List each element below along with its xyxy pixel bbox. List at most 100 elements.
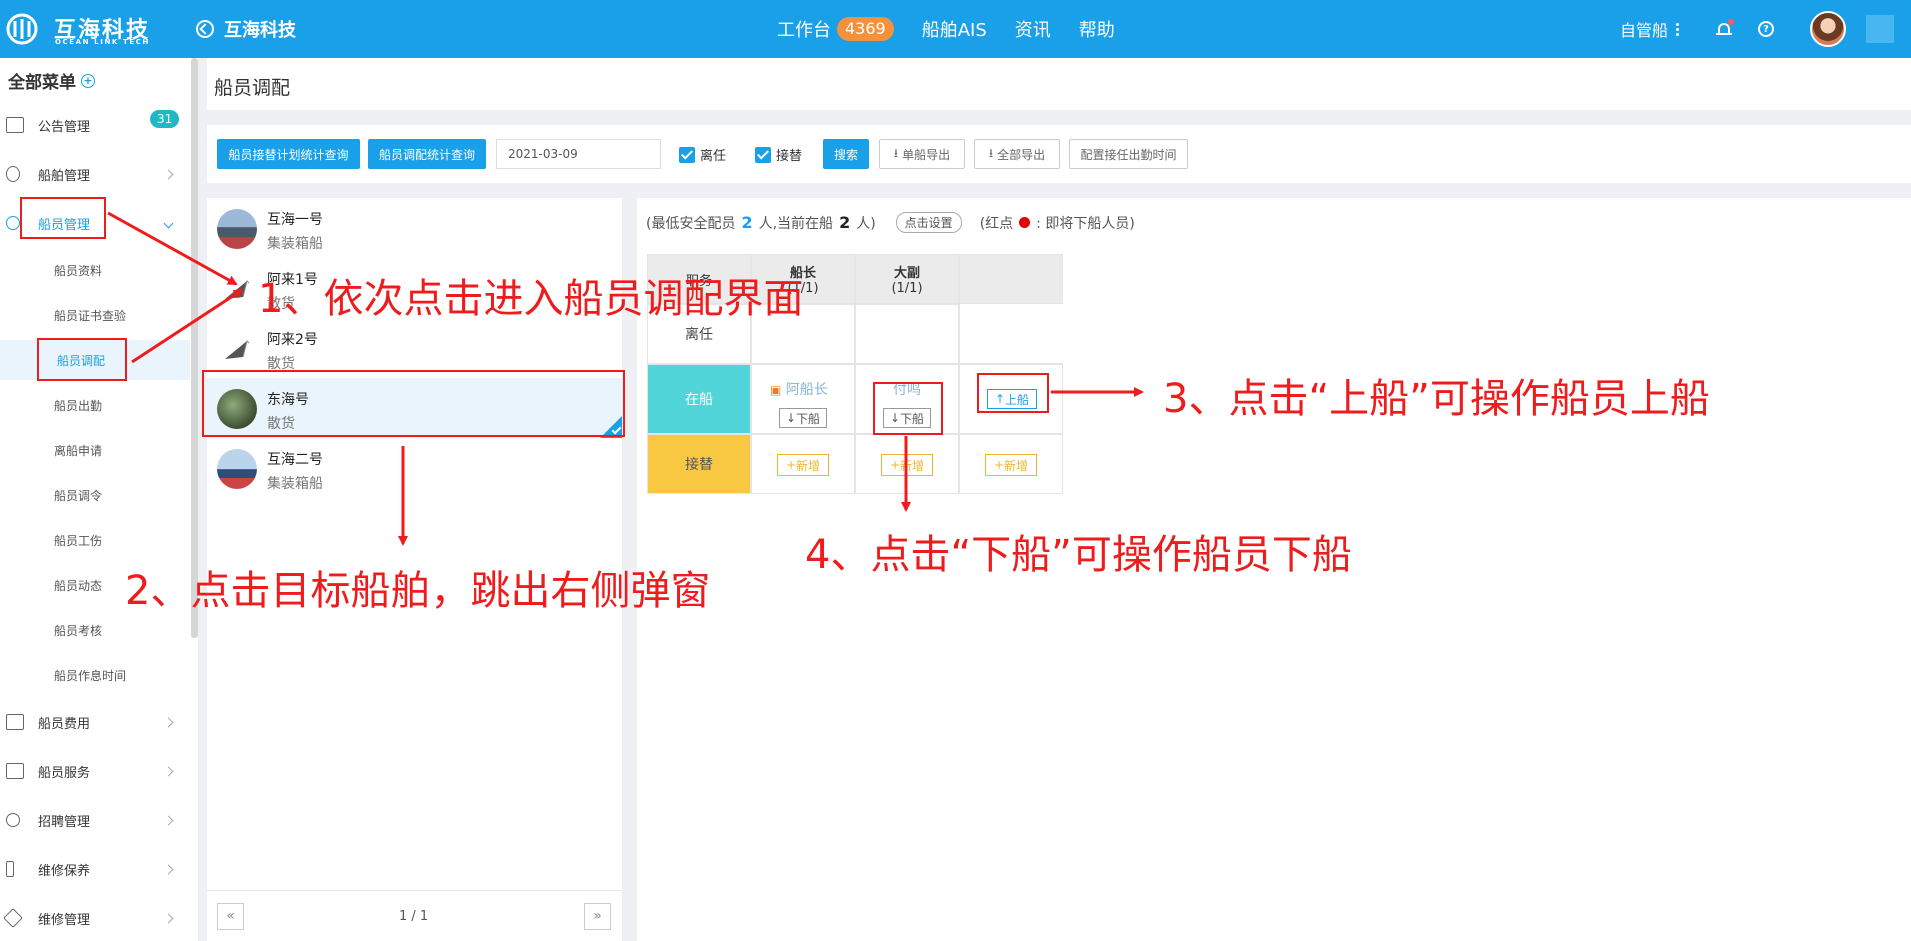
sidebar-subitem-label: 船员考核: [54, 623, 103, 638]
workbench-badge: 4369: [837, 17, 894, 41]
date-input[interactable]: 2021-03-09: [496, 139, 661, 169]
grid-header-chief-mate: 大副 (1/1): [855, 254, 959, 304]
company-back-link[interactable]: 互海科技: [196, 16, 296, 42]
certificate-icon: ▣: [770, 383, 782, 397]
allocation-stats-button[interactable]: 船员调配统计查询: [368, 139, 486, 169]
plus-circle-icon[interactable]: +: [81, 73, 95, 88]
export-all-button[interactable]: ⭳ 全部导出: [974, 139, 1060, 169]
search-button[interactable]: 搜索: [823, 139, 869, 169]
sidebar-subitem-label: 船员动态: [54, 578, 103, 593]
grid-cell: + 新增: [959, 434, 1063, 494]
sidebar-scrollbar[interactable]: [191, 58, 198, 638]
back-arrow-icon: [196, 20, 214, 38]
annotation-step2: 2、点击目标船舶，跳出右侧弹窗: [125, 568, 711, 614]
sidebar-subitem-rest-time[interactable]: 船员作息时间: [0, 655, 190, 695]
logo-subtitle: OCEAN LINK TECH: [55, 38, 150, 46]
nav-help[interactable]: 帮助: [1079, 16, 1115, 42]
sidebar-item-ship[interactable]: 船舶管理: [0, 154, 190, 194]
sidebar-subitem-label: 船员出勤: [54, 398, 103, 413]
sidebar-subitem-assessment[interactable]: 船员考核: [0, 610, 190, 650]
help-icon[interactable]: ?: [1758, 21, 1774, 37]
add-replacement-button[interactable]: + 新增: [881, 454, 933, 476]
sidebar-item-repair[interactable]: 维修管理: [0, 898, 190, 938]
ship-type: 集装箱船: [267, 236, 323, 252]
crew-member-captain[interactable]: ▣ 阿船长: [770, 379, 828, 399]
sidebar-item-crew-service[interactable]: 船员服务: [0, 751, 190, 791]
chevron-right-icon: [163, 169, 174, 179]
nav-workbench[interactable]: 工作台 4369: [777, 16, 894, 42]
sidebar-subitem-cert-check[interactable]: 船员证书查验: [0, 295, 190, 335]
sidebar-subitem-attendance[interactable]: 船员出勤: [0, 385, 190, 425]
filter-toolbar: 船员接替计划统计查询 船员调配统计查询 2021-03-09 离任 接替 搜索 …: [207, 125, 1911, 183]
leave-checkbox[interactable]: 离任: [679, 145, 726, 164]
prev-page-button[interactable]: «: [217, 903, 244, 930]
sidebar-subitem-transfer-order[interactable]: 船员调令: [0, 475, 190, 515]
add-replacement-button[interactable]: + 新增: [777, 454, 829, 476]
row-onboard-label: 在船: [685, 392, 713, 408]
current-crew-count: 2: [839, 213, 851, 232]
sidebar-subitem-leave-request[interactable]: 离船申请: [0, 430, 190, 470]
page-indicator: 1 / 1: [399, 909, 429, 924]
bell-icon[interactable]: [1716, 19, 1734, 37]
more-vertical-icon: [1676, 22, 1680, 36]
export-all-label: 全部导出: [997, 147, 1046, 162]
grid-header-empty: [959, 254, 1063, 304]
logo[interactable]: 互海科技 OCEAN LINK TECH: [6, 9, 156, 49]
ship-mode-label: 自管船: [1619, 21, 1668, 40]
grid-cell: + 新增: [855, 434, 959, 494]
app-switch-button[interactable]: [1866, 15, 1894, 43]
ship-list-item[interactable]: 互海一号 集装箱船: [207, 198, 622, 258]
ship-list-item[interactable]: 阿来2号 散货: [207, 318, 622, 378]
sidebar-item-label: 船员费用: [38, 716, 91, 732]
sidebar-item-label: 招聘管理: [38, 814, 91, 830]
sidebar-item-crew-fees[interactable]: 船员费用: [0, 702, 190, 742]
arrow-down-icon: ↓: [785, 411, 797, 425]
nav-workbench-label: 工作台: [777, 20, 831, 41]
sidebar-item-recruitment[interactable]: 招聘管理: [0, 800, 190, 840]
top-bar: 互海科技 OCEAN LINK TECH 互海科技 工作台 4369 船舶AIS…: [0, 0, 1911, 58]
menu-title-label: 全部菜单: [8, 73, 76, 93]
export-single-label: 单船导出: [902, 147, 951, 162]
sidebar-subitem-label: 船员调令: [54, 488, 103, 503]
plus-icon: +: [785, 458, 797, 472]
add-label: 新增: [796, 458, 821, 473]
page-title: 船员调配: [214, 77, 291, 99]
row-replace-label: 接替: [685, 457, 713, 473]
export-single-button[interactable]: ⭳ 单船导出: [879, 139, 965, 169]
wrench-icon: [3, 908, 23, 928]
ship-thumbnail: [217, 209, 257, 249]
menu-title: 全部菜单 +: [8, 68, 95, 93]
annotation-step1: 1、依次点击进入船员调配界面: [258, 276, 804, 322]
legend-prefix: (红点: [979, 215, 1014, 232]
set-minimum-button[interactable]: 点击设置: [895, 212, 962, 233]
replace-checkbox[interactable]: 接替: [755, 145, 802, 164]
config-time-button[interactable]: 配置接任出勤时间: [1069, 139, 1188, 169]
next-page-button[interactable]: »: [584, 903, 611, 930]
plan-stats-button[interactable]: 船员接替计划统计查询: [217, 139, 360, 169]
pagination: « 1 / 1 »: [207, 890, 622, 941]
checkbox-checked-icon: [679, 146, 695, 163]
chevron-right-icon: [163, 864, 174, 874]
sidebar-item-maintenance[interactable]: 维修保养: [0, 849, 190, 889]
add-replacement-button[interactable]: + 新增: [985, 454, 1037, 476]
chief-mate-count: (1/1): [891, 281, 923, 296]
chevron-right-icon: [163, 913, 174, 923]
sidebar-subitem-label: 船员工伤: [54, 533, 103, 548]
nav-news[interactable]: 资讯: [1015, 16, 1051, 42]
ship-mode-menu[interactable]: 自管船: [1620, 17, 1680, 41]
row-label-replace: 接替: [647, 434, 751, 494]
user-icon: [6, 216, 20, 230]
avatar[interactable]: [1810, 11, 1846, 47]
nav-ship-ais[interactable]: 船舶AIS: [922, 16, 987, 42]
annotation-step3: 3、点击“上船”可操作船员上船: [1163, 376, 1710, 422]
row-leave-label: 离任: [685, 327, 713, 343]
user-search-icon: [6, 813, 20, 827]
disembark-button[interactable]: ↓ 下船: [779, 408, 827, 428]
sidebar-subitem-injury[interactable]: 船员工伤: [0, 520, 190, 560]
ship-list-item[interactable]: 互海二号 集装箱船: [207, 438, 622, 498]
sidebar-subitem-crew-profile[interactable]: 船员资料: [0, 250, 190, 290]
monitor-icon: [6, 763, 24, 779]
row-label-onboard: 在船: [647, 364, 751, 434]
annotation-box-embark: [977, 373, 1049, 413]
wallet-icon: [6, 714, 24, 730]
